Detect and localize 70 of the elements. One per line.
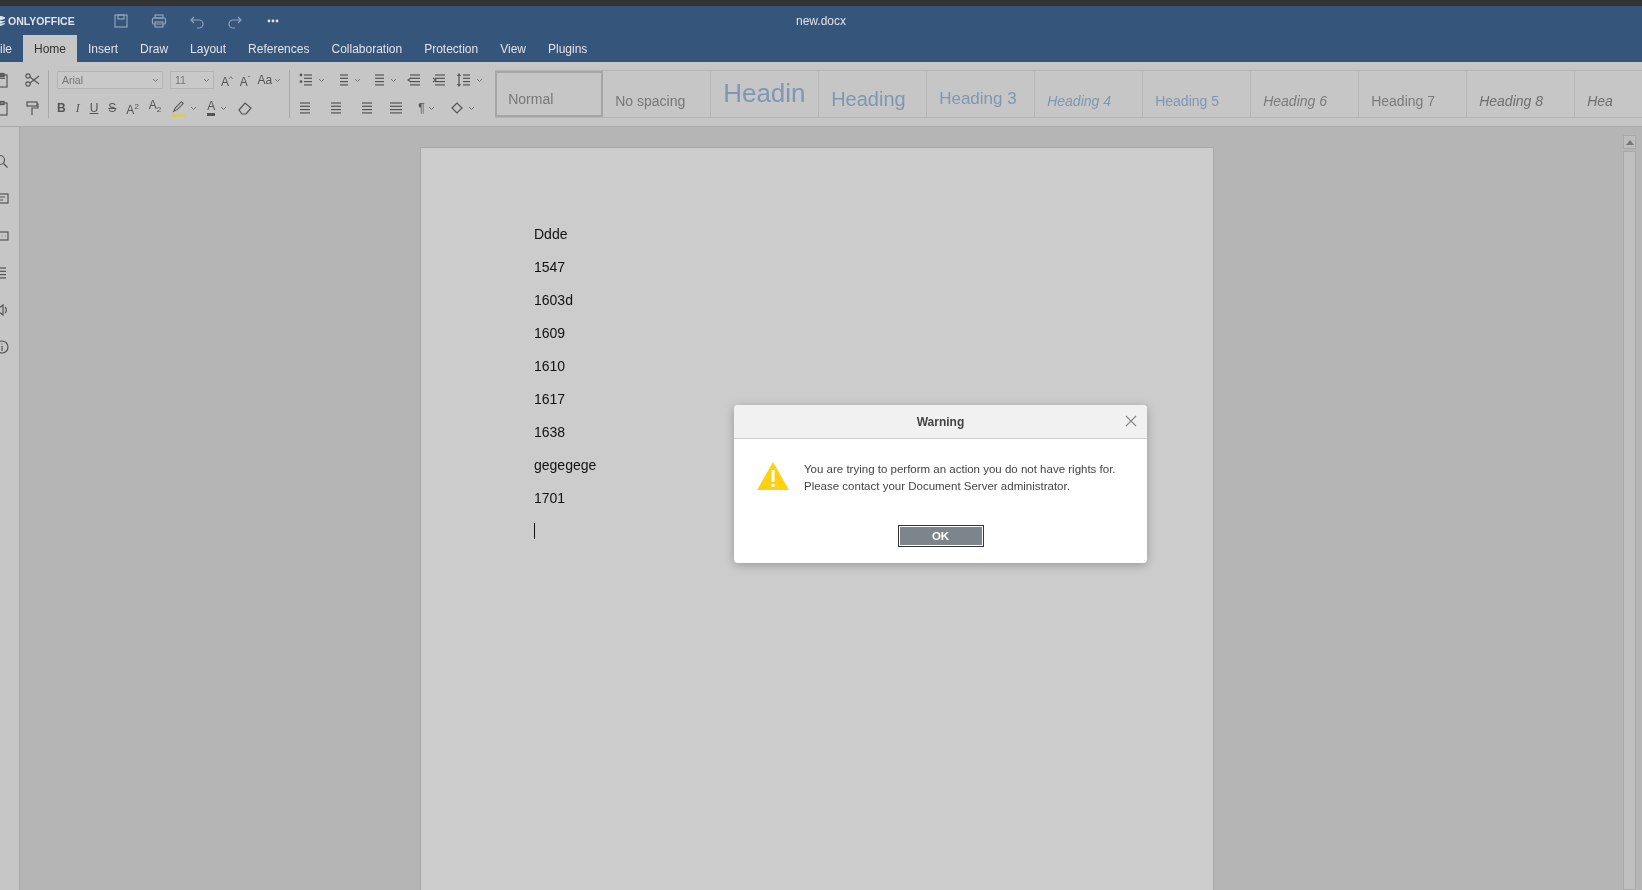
caret-icon[interactable] xyxy=(476,77,484,83)
document-paragraph: gegegege xyxy=(534,457,597,475)
caret-icon[interactable] xyxy=(152,78,159,83)
font-name-field[interactable]: Arial xyxy=(57,71,163,89)
ribbon-tab[interactable]: Insert xyxy=(77,35,130,62)
document-paragraph: 1617 xyxy=(534,391,566,409)
dialog-message: You are trying to perform an action you do not have rights for. Please contact your Document Server administrator. xyxy=(804,462,1116,494)
caret-icon[interactable] xyxy=(318,77,326,83)
print-icon[interactable] xyxy=(150,12,167,29)
line-spacing-icon[interactable] xyxy=(456,72,473,88)
format-painter-icon[interactable] xyxy=(24,100,40,116)
document-paragraph: 1701 xyxy=(534,490,566,508)
highlighter-icon[interactable] xyxy=(171,99,186,117)
caret-icon[interactable] xyxy=(427,105,435,111)
ribbon-tab[interactable]: Home xyxy=(23,35,78,62)
ribbon-tab[interactable]: References xyxy=(237,35,321,62)
caret-icon[interactable] xyxy=(467,105,475,111)
caret-icon[interactable] xyxy=(220,105,228,111)
ribbon-tab[interactable]: Layout xyxy=(179,35,238,62)
warning-icon xyxy=(756,461,790,491)
font-color-button[interactable]: A xyxy=(207,100,216,116)
dialog-title: Warning xyxy=(916,414,965,429)
change-case-button[interactable]: Aa xyxy=(257,72,273,88)
font-size-field[interactable]: 11 xyxy=(170,71,214,89)
caret-icon[interactable] xyxy=(190,105,198,111)
document-paragraph: Ddde xyxy=(534,226,568,244)
scissors-icon[interactable] xyxy=(24,72,40,88)
style-preset[interactable]: Normal xyxy=(495,71,604,117)
caret-icon[interactable] xyxy=(354,77,362,83)
ribbon-tab[interactable]: Collaboration xyxy=(320,35,414,62)
caret-icon[interactable] xyxy=(203,78,210,83)
subscript-button[interactable]: A$_{2}$ xyxy=(148,97,162,119)
text-cursor xyxy=(534,523,535,539)
ribbon-tab[interactable]: ile xyxy=(0,35,23,62)
ok-button[interactable]: OK xyxy=(897,525,984,547)
document-paragraph: 1638 xyxy=(534,424,566,442)
ribbon-tab[interactable]: Plugins xyxy=(537,35,599,62)
ribbon-tab[interactable]: View xyxy=(489,35,537,62)
save-icon[interactable] xyxy=(112,12,129,29)
style-preset[interactable]: No spacing xyxy=(603,71,712,117)
bullet-list-icon[interactable] xyxy=(298,72,315,88)
style-preset[interactable]: Heading 7 xyxy=(1359,71,1468,117)
superscript-button[interactable]: A$^{2}$ xyxy=(126,98,139,118)
eraser-icon[interactable] xyxy=(237,100,254,116)
document-paragraph: 1603d xyxy=(534,292,573,310)
document-paragraph: 1547 xyxy=(534,259,566,277)
ribbon-tab[interactable]: Protection xyxy=(413,35,490,62)
ribbon-tab[interactable]: Draw xyxy=(129,35,180,62)
grow-font-button[interactable]: A$^{^}$ xyxy=(221,70,233,90)
increase-indent-icon[interactable] xyxy=(431,72,448,88)
logo-text: ONLYOFFICE xyxy=(8,14,75,27)
strike-button[interactable]: S xyxy=(108,100,117,116)
style-preset[interactable]: Heading 6 xyxy=(1251,71,1360,117)
underline-button[interactable]: U xyxy=(89,100,99,116)
document-title: new.docx xyxy=(795,13,846,28)
document-paragraph: 1609 xyxy=(534,325,566,343)
document-paragraph: 1610 xyxy=(534,358,566,376)
caret-icon[interactable] xyxy=(274,77,282,83)
justify-icon[interactable] xyxy=(388,100,405,116)
shrink-font-button[interactable]: A$^{ˇ}$ xyxy=(239,70,251,90)
bold-button[interactable]: B xyxy=(57,100,66,116)
paragraph-marks-button[interactable]: ¶ xyxy=(418,100,425,116)
scrollbar-track[interactable] xyxy=(1623,151,1636,890)
style-preset[interactable]: Hea xyxy=(1575,71,1642,117)
up-arrow-icon[interactable] xyxy=(1625,139,1634,145)
italic-button[interactable]: I xyxy=(75,100,80,116)
decrease-indent-icon[interactable] xyxy=(406,72,423,88)
scroll-up-button[interactable] xyxy=(1623,135,1636,149)
caret-icon[interactable] xyxy=(390,77,398,83)
style-preset[interactable]: Heading 8 xyxy=(1467,71,1576,117)
